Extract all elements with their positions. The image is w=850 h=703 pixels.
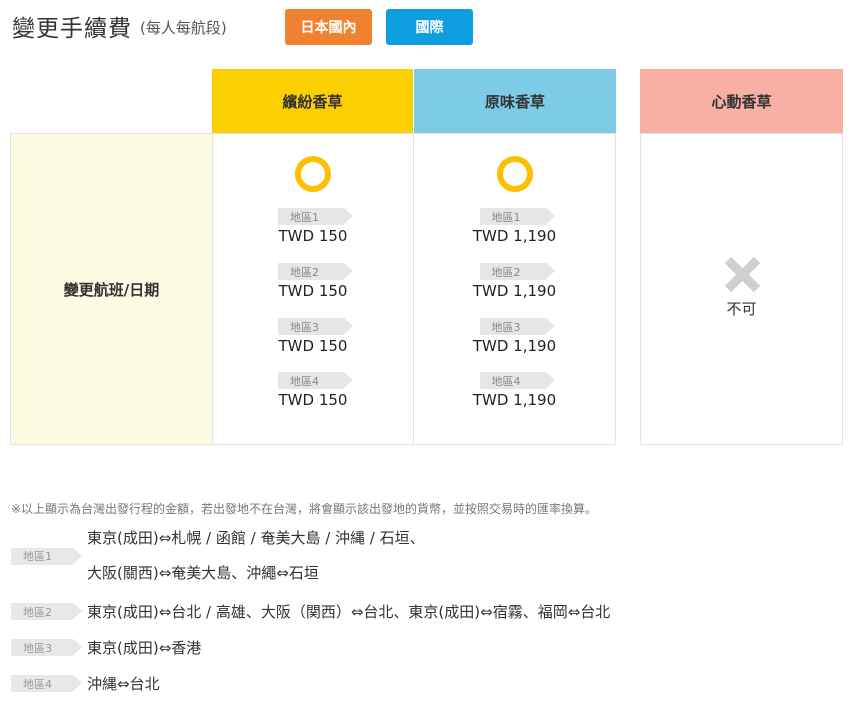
tab-international[interactable]: 國際: [386, 9, 473, 45]
zone-label: 地區1: [479, 208, 555, 225]
zone-label: 地區4: [479, 372, 555, 389]
currency-note: ※以上顯示為台灣出發行程的金額，若出發地不在台灣，將會顯示該出發地的貨幣，並按照…: [11, 502, 598, 516]
legend-route-text: 東京(成田)⇔香港: [87, 639, 202, 657]
price-item: 地區3 TWD 150: [213, 318, 413, 355]
page-title: 變更手續費: [12, 16, 132, 42]
fee-cell-heartbeat: 不可: [640, 133, 843, 445]
zone-label: 地區1: [11, 547, 82, 565]
page-header: 變更手續費 (每人每航段): [12, 6, 227, 46]
fee-cell-colorful: 地區1 TWD 150 地區2 TWD 150 地區3 TWD 150 地區4 …: [212, 133, 414, 445]
price-value: TWD 150: [278, 337, 348, 355]
price-value: TWD 1,190: [472, 282, 557, 300]
column-header-heartbeat: 心動香草: [640, 69, 843, 133]
zone-tag: 地區4: [278, 372, 353, 389]
price-item: 地區1 TWD 150: [213, 208, 413, 245]
fee-cell-original: 地區1 TWD 1,190 地區2 TWD 1,190 地區3 TWD 1,19…: [413, 133, 616, 445]
legend-item-zone-3: 地區3 東京(成田)⇔香港: [11, 637, 201, 658]
column-header-colorful: 繽紛香草: [212, 69, 413, 133]
price-value: TWD 150: [278, 227, 348, 245]
zone-label: 地區3: [479, 318, 555, 335]
price-value: TWD 150: [278, 391, 348, 409]
page-subtitle: (每人每航段): [140, 19, 227, 37]
price-item: 地區1 TWD 1,190: [414, 208, 615, 245]
not-available-text: 不可: [726, 299, 757, 318]
legend-item-zone-2: 地區2 東京(成田)⇔台北 / 高雄、大阪（関西）⇔台北、東京(成田)⇔宿霧、福…: [11, 601, 610, 622]
zone-label: 地區4: [11, 675, 82, 692]
zone-tag: 地區2: [278, 263, 353, 280]
price-value: TWD 150: [278, 282, 348, 300]
zone-tag: 地區4: [11, 675, 82, 692]
zone-label: 地區2: [278, 263, 353, 280]
fee-table: 繽紛香草 原味香草 心動香草 變更航班/日期 地區1 TWD 150 地區2 T…: [10, 69, 843, 446]
circle-icon: [496, 156, 533, 192]
price-value: TWD 1,190: [472, 227, 557, 245]
zone-label: 地區2: [479, 263, 555, 280]
legend-route-text: 東京(成田)⇔台北 / 高雄、大阪（関西）⇔台北、東京(成田)⇔宿霧、福岡⇔台北: [87, 603, 611, 621]
price-item: 地區4 TWD 1,190: [414, 372, 615, 409]
zone-tag: 地區3: [11, 639, 82, 656]
zone-label: 地區3: [278, 318, 353, 335]
zone-tag: 地區3: [278, 318, 353, 335]
zone-label: 地區2: [11, 603, 82, 620]
price-value: TWD 1,190: [472, 391, 557, 409]
zone-tag: 地區3: [479, 318, 555, 335]
legend-route-text: 東京(成田)⇔札幌 / 函館 / 奄美大島 / 沖縄 / 石垣、: [87, 529, 425, 547]
zone-tag: 地區4: [479, 372, 555, 389]
tab-japan-domestic[interactable]: 日本國內: [285, 9, 372, 45]
legend-item-zone-1: 地區1 東京(成田)⇔札幌 / 函館 / 奄美大島 / 沖縄 / 石垣、 大阪(…: [11, 529, 425, 583]
price-item: 地區4 TWD 150: [213, 372, 413, 409]
row-header-change-flight: 變更航班/日期: [10, 133, 212, 445]
x-icon: [724, 256, 760, 292]
zone-tag: 地區2: [479, 263, 555, 280]
circle-icon: [295, 156, 331, 192]
zone-tag: 地區1: [479, 208, 555, 225]
price-value: TWD 1,190: [472, 337, 557, 355]
legend-route-text: 大阪(關西)⇔奄美大島、沖繩⇔石垣: [87, 564, 319, 582]
column-header-original: 原味香草: [414, 69, 616, 133]
price-item: 地區2 TWD 1,190: [414, 263, 615, 300]
zone-tag: 地區1: [11, 547, 82, 565]
price-item: 地區2 TWD 150: [213, 263, 413, 300]
zone-label: 地區3: [11, 639, 82, 656]
zone-tag: 地區1: [278, 208, 353, 225]
price-item: 地區3 TWD 1,190: [414, 318, 615, 355]
legend-route-text: 沖縄⇔台北: [87, 675, 160, 693]
zone-label: 地區1: [278, 208, 353, 225]
zone-label: 地區4: [278, 372, 353, 389]
legend-item-zone-4: 地區4 沖縄⇔台北: [11, 673, 160, 694]
region-tabs: 日本國內 國際: [285, 9, 473, 45]
zone-tag: 地區2: [11, 603, 82, 620]
